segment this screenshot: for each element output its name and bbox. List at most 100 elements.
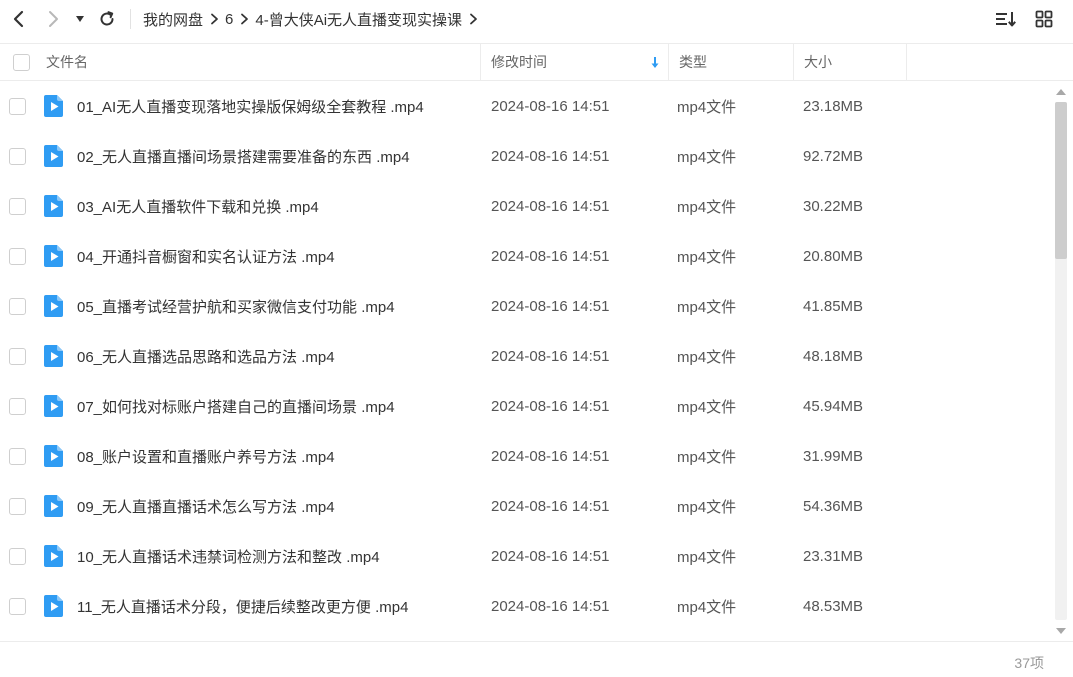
- column-type-label: 类型: [679, 54, 707, 70]
- chevron-right-icon: [49, 11, 58, 27]
- view-tools: [991, 4, 1059, 34]
- file-icon-cell: [34, 494, 74, 518]
- file-type: mp4文件: [677, 448, 737, 466]
- video-file-icon: [44, 145, 63, 167]
- row-checkbox[interactable]: [8, 147, 26, 165]
- forward-button[interactable]: [36, 2, 70, 36]
- row-checkbox[interactable]: [8, 247, 26, 265]
- video-file-icon: [44, 345, 63, 367]
- file-name[interactable]: 02_无人直播直播间场景搭建需要准备的东西 .mp4: [74, 146, 480, 167]
- row-checkbox[interactable]: [8, 497, 26, 515]
- file-size: 20.80MB: [803, 247, 864, 265]
- grid-view-button[interactable]: [1029, 4, 1059, 34]
- file-type: mp4文件: [677, 548, 737, 566]
- video-file-icon: [44, 595, 63, 617]
- file-row[interactable]: 04_开通抖音橱窗和实名认证方法 .mp4 2024-08-16 14:51 m…: [0, 231, 1050, 281]
- refresh-button[interactable]: [90, 2, 124, 36]
- scroll-track[interactable]: [1055, 102, 1067, 620]
- file-size: 48.18MB: [803, 347, 864, 365]
- file-name[interactable]: 05_直播考试经营护航和买家微信支付功能 .mp4: [74, 296, 480, 317]
- file-row[interactable]: 08_账户设置和直播账户养号方法 .mp4 2024-08-16 14:51 m…: [0, 431, 1050, 481]
- breadcrumb: 我的网盘 6 4-曾大侠Ai无人直播变现实操课: [143, 2, 484, 36]
- file-name[interactable]: 03_AI无人直播软件下载和兑换 .mp4: [74, 196, 480, 217]
- video-file-icon: [44, 445, 63, 467]
- file-icon-cell: [34, 444, 74, 468]
- file-modified: 2024-08-16 14:51: [491, 397, 610, 415]
- sort-list-icon: [996, 12, 1016, 27]
- vertical-scrollbar[interactable]: [1052, 84, 1070, 639]
- file-size: 23.18MB: [803, 97, 864, 115]
- file-name[interactable]: 11_无人直播话术分段，便捷后续整改更方便 .mp4: [74, 596, 480, 617]
- file-type: mp4文件: [677, 98, 737, 116]
- chevron-right-icon: [233, 9, 255, 29]
- file-size: 23.31MB: [803, 547, 864, 565]
- row-checkbox-cell: [0, 297, 34, 315]
- triangle-up-icon: [1056, 89, 1066, 95]
- file-icon-cell: [34, 94, 74, 118]
- video-file-icon: [44, 245, 63, 267]
- file-row[interactable]: 10_无人直播话术违禁词检测方法和整改 .mp4 2024-08-16 14:5…: [0, 531, 1050, 581]
- row-checkbox[interactable]: [8, 297, 26, 315]
- column-type[interactable]: 类型: [669, 44, 794, 80]
- row-checkbox[interactable]: [8, 197, 26, 215]
- breadcrumb-item-root[interactable]: 我的网盘: [143, 9, 203, 30]
- file-row[interactable]: 03_AI无人直播软件下载和兑换 .mp4 2024-08-16 14:51 m…: [0, 181, 1050, 231]
- file-row[interactable]: 11_无人直播话术分段，便捷后续整改更方便 .mp4 2024-08-16 14…: [0, 581, 1050, 631]
- sort-button[interactable]: [991, 4, 1021, 34]
- column-size[interactable]: 大小: [794, 44, 907, 80]
- video-file-icon: [44, 95, 63, 117]
- file-name[interactable]: 04_开通抖音橱窗和实名认证方法 .mp4: [74, 246, 480, 267]
- file-name[interactable]: 08_账户设置和直播账户养号方法 .mp4: [74, 446, 480, 467]
- row-checkbox-cell: [0, 97, 34, 115]
- row-checkbox[interactable]: [8, 397, 26, 415]
- chevron-left-icon: [13, 10, 24, 28]
- file-icon-cell: [34, 244, 74, 268]
- item-count: 37项: [1014, 655, 1044, 671]
- row-checkbox[interactable]: [8, 97, 26, 115]
- breadcrumb-item-current[interactable]: 4-曾大侠Ai无人直播变现实操课: [255, 9, 462, 30]
- file-row[interactable]: 07_如何找对标账户搭建自己的直播间场景 .mp4 2024-08-16 14:…: [0, 381, 1050, 431]
- file-row[interactable]: 01_AI无人直播变现落地实操版保姆级全套教程 .mp4 2024-08-16 …: [0, 81, 1050, 131]
- file-name[interactable]: 06_无人直播选品思路和选品方法 .mp4: [74, 346, 480, 367]
- file-type: mp4文件: [677, 248, 737, 266]
- file-type: mp4文件: [677, 598, 737, 616]
- video-file-icon: [44, 545, 63, 567]
- sort-descending-arrow-icon: [651, 57, 659, 68]
- file-name[interactable]: 07_如何找对标账户搭建自己的直播间场景 .mp4: [74, 396, 480, 417]
- file-modified: 2024-08-16 14:51: [491, 547, 610, 565]
- file-modified: 2024-08-16 14:51: [491, 347, 610, 365]
- status-footer: 37项: [0, 641, 1073, 677]
- file-icon-cell: [34, 394, 74, 418]
- navigation-bar: 我的网盘 6 4-曾大侠Ai无人直播变现实操课: [0, 0, 1073, 38]
- file-row[interactable]: 02_无人直播直播间场景搭建需要准备的东西 .mp4 2024-08-16 14…: [0, 131, 1050, 181]
- column-modified[interactable]: 修改时间: [481, 44, 669, 80]
- file-modified: 2024-08-16 14:51: [491, 247, 610, 265]
- file-modified: 2024-08-16 14:51: [491, 197, 610, 215]
- row-checkbox[interactable]: [8, 347, 26, 365]
- column-name[interactable]: 文件名: [38, 44, 481, 80]
- file-row[interactable]: 05_直播考试经营护航和买家微信支付功能 .mp4 2024-08-16 14:…: [0, 281, 1050, 331]
- video-file-icon: [44, 195, 63, 217]
- row-checkbox[interactable]: [8, 447, 26, 465]
- scroll-up-button[interactable]: [1054, 86, 1068, 98]
- breadcrumb-item-folder[interactable]: 6: [225, 11, 233, 28]
- scroll-thumb[interactable]: [1055, 102, 1067, 259]
- row-checkbox[interactable]: [8, 547, 26, 565]
- row-checkbox[interactable]: [8, 597, 26, 615]
- file-row[interactable]: 09_无人直播直播话术怎么写方法 .mp4 2024-08-16 14:51 m…: [0, 481, 1050, 531]
- scroll-down-button[interactable]: [1054, 625, 1068, 637]
- history-dropdown-button[interactable]: [70, 2, 90, 36]
- select-all-checkbox[interactable]: [12, 53, 30, 71]
- file-modified: 2024-08-16 14:51: [491, 597, 610, 615]
- back-button[interactable]: [2, 2, 36, 36]
- file-row[interactable]: 06_无人直播选品思路和选品方法 .mp4 2024-08-16 14:51 m…: [0, 331, 1050, 381]
- file-size: 48.53MB: [803, 597, 864, 615]
- row-checkbox-cell: [0, 197, 34, 215]
- file-name[interactable]: 10_无人直播话术违禁词检测方法和整改 .mp4: [74, 546, 480, 567]
- file-name[interactable]: 01_AI无人直播变现落地实操版保姆级全套教程 .mp4: [74, 96, 480, 117]
- row-checkbox-cell: [0, 597, 34, 615]
- file-name[interactable]: 09_无人直播直播话术怎么写方法 .mp4: [74, 496, 480, 517]
- file-icon-cell: [34, 544, 74, 568]
- header-checkbox-cell: [0, 44, 38, 80]
- file-icon-cell: [34, 194, 74, 218]
